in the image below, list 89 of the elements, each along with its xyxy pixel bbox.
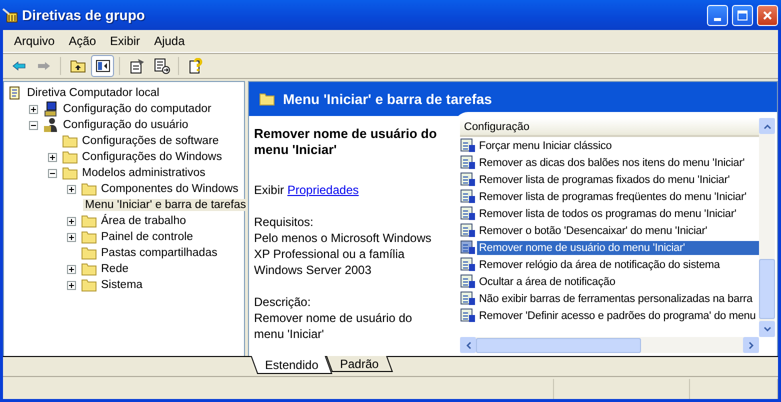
forward-arrow-icon — [36, 60, 50, 70]
panes-icon — [96, 60, 110, 72]
expand-toggle[interactable] — [67, 216, 76, 226]
description-label: Descrição: — [254, 294, 312, 310]
minimize-icon — [714, 18, 721, 20]
folder-up-icon — [70, 58, 86, 72]
minimize-button[interactable] — [707, 4, 728, 26]
computer-icon — [43, 101, 59, 117]
window-title: Diretivas de grupo — [22, 7, 146, 23]
folder-icon — [81, 182, 97, 196]
list-item[interactable]: Remover relógio da área de notificação do sistema — [477, 258, 722, 272]
help-icon — [188, 58, 204, 74]
list-item[interactable]: Forçar menu Iniciar clássico — [477, 138, 614, 152]
back-arrow-icon — [12, 60, 26, 70]
folder-icon — [81, 278, 97, 292]
maximize-icon — [737, 10, 748, 20]
policy-setting-icon — [460, 138, 476, 153]
expand-toggle[interactable] — [29, 104, 38, 114]
tree-item[interactable]: Configurações de software — [80, 135, 221, 147]
folder-icon — [81, 246, 97, 260]
close-button[interactable] — [757, 4, 778, 26]
expand-toggle[interactable] — [67, 232, 76, 242]
policy-setting-icon — [460, 189, 476, 204]
expand-toggle[interactable] — [67, 280, 76, 290]
folder-icon — [62, 134, 78, 148]
list-item[interactable]: Remover lista de programas fixados do menu 'Iniciar' — [477, 172, 732, 186]
policy-setting-icon — [460, 274, 476, 289]
tree-item[interactable]: Pastas compartilhadas — [99, 247, 220, 259]
policy-setting-icon — [460, 223, 476, 238]
view-tab[interactable]: Estendido — [250, 356, 333, 374]
folder-icon — [81, 262, 97, 276]
maximize-button[interactable] — [732, 4, 753, 26]
folder-icon — [81, 230, 97, 244]
view-tab[interactable]: Padrão — [326, 356, 393, 372]
description-text: Remover nome de usuário do menu 'Iniciar' — [254, 310, 414, 342]
tree-item[interactable]: Rede — [99, 263, 130, 275]
horizontal-scrollbar[interactable] — [460, 337, 759, 353]
policy-setting-icon — [460, 206, 476, 221]
tree-item[interactable]: Sistema — [99, 279, 145, 291]
policy-setting-icon — [460, 257, 476, 272]
collapse-toggle[interactable] — [48, 168, 57, 178]
policy-setting-icon — [460, 308, 476, 323]
folder-icon — [81, 214, 97, 228]
folder-icon — [259, 92, 275, 106]
tree-item[interactable]: Configuração do computador — [61, 103, 214, 115]
menu-item[interactable]: Exibir — [103, 34, 148, 48]
list-item[interactable]: Remover o botão 'Desencaixar' do menu 'Iniciar' — [477, 224, 710, 238]
expand-toggle[interactable] — [67, 184, 76, 194]
tree-item[interactable]: Painel de controle — [99, 231, 196, 243]
policy-setting-icon — [460, 155, 476, 170]
folder-icon — [62, 166, 78, 180]
menu-item[interactable]: Ação — [62, 34, 104, 48]
list-item[interactable]: Ocultar a área de notificação — [477, 274, 618, 288]
folder-icon — [62, 150, 78, 164]
list-item[interactable]: Remover lista de programas freqüentes do menu 'Iniciar' — [477, 190, 748, 204]
menu-item[interactable]: Arquivo — [7, 34, 62, 48]
tree-item[interactable]: Área de trabalho — [99, 215, 188, 227]
requirements-text: Pelo menos o Microsoft Windows XP Professional ou a família Windows Server 2003 — [254, 230, 432, 278]
expand-toggle[interactable] — [48, 152, 57, 162]
tree-item[interactable]: Modelos administrativos — [80, 167, 208, 179]
tree-item[interactable]: Componentes do Windows — [99, 183, 240, 195]
toolbar-button[interactable] — [91, 54, 114, 76]
list-item[interactable]: Não exibir barras de ferramentas personalizadas na barra — [477, 292, 754, 306]
app-icon — [2, 7, 18, 23]
list-item[interactable]: Remover 'Definir acesso e padrões do programa' do menu — [477, 308, 758, 322]
policy-setting-icon — [460, 240, 476, 255]
user-icon — [43, 117, 59, 133]
expand-toggle[interactable] — [67, 264, 76, 274]
export-list-icon — [154, 58, 170, 74]
setting-heading: Remover nome de usuário do menu 'Iniciar' — [254, 126, 438, 158]
section-title: Menu 'Iniciar' e barra de tarefas — [283, 91, 492, 107]
list-item[interactable]: Remover lista de todos os programas do menu 'Iniciar' — [477, 206, 738, 220]
policy-setting-icon — [460, 291, 476, 306]
list-item[interactable]: Remover nome de usuário do menu 'Iniciar' — [477, 240, 759, 254]
vertical-scrollbar[interactable] — [759, 118, 775, 337]
requirements-label: Requisitos: — [254, 214, 314, 230]
menu-item[interactable]: Ajuda — [147, 34, 192, 48]
tree-item[interactable]: Diretiva Computador local — [25, 87, 162, 99]
collapse-toggle[interactable] — [29, 120, 38, 130]
tree-item[interactable]: Configuração do usuário — [61, 119, 190, 131]
close-icon — [762, 10, 773, 20]
tree-item[interactable]: Configurações do Windows — [80, 151, 224, 163]
properties-icon — [128, 58, 144, 74]
list-item[interactable]: Remover as dicas dos balões nos itens do menu 'Iniciar' — [477, 156, 747, 170]
show-label: Exibir — [254, 183, 284, 197]
policy-setting-icon — [460, 172, 476, 187]
column-header[interactable]: Configuração — [460, 118, 759, 137]
tree-item[interactable]: Menu 'Iniciar' e barra de tarefas — [83, 199, 248, 211]
properties-link[interactable]: Propriedades — [287, 183, 359, 197]
